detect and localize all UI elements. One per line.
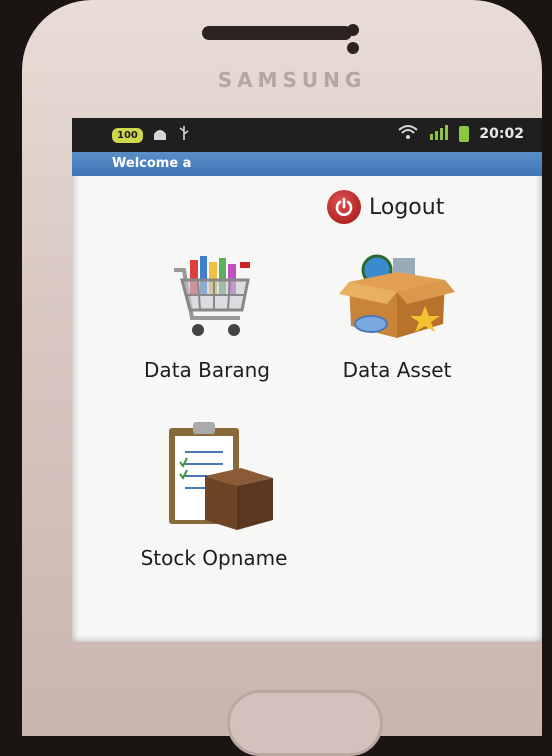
speaker-grill [202,26,352,40]
app-title-bar: Welcome a [72,152,542,176]
shopping-cart-icon [132,240,282,354]
power-icon [327,190,361,224]
sensor [347,24,359,36]
notification-badge: 100 [112,127,143,143]
app-title: Welcome a [112,156,192,171]
menu-item-label: Stock Opname [140,546,288,570]
menu-item-label: Data Barang [144,358,270,382]
status-bar: 100 20:02 [72,118,542,152]
app-screen: 100 20:02 Welcome a Logout Data Barang D… [72,118,542,642]
home-button[interactable] [227,690,383,756]
wifi-icon [397,124,419,144]
status-time: 20:02 [479,126,524,142]
menu-item-label: Data Asset [342,358,452,382]
clipboard-box-icon [124,418,304,542]
usb-icon [177,125,191,145]
signal-icon [429,124,449,144]
menu-item-stock-opname[interactable]: Stock Opname [124,418,304,570]
sensor [347,42,359,54]
menu-item-data-barang[interactable]: Data Barang [132,240,282,382]
menu-item-data-asset[interactable]: Data Asset [327,240,467,382]
android-debug-icon [151,125,169,145]
box-icon [327,240,467,354]
phone-body: SAMSUNG 100 20:02 Welcome a Logout Data … [22,0,542,756]
logout-button[interactable]: Logout [327,190,444,224]
device-brand: SAMSUNG [217,68,367,92]
battery-icon [459,126,470,142]
logout-label: Logout [369,194,445,220]
